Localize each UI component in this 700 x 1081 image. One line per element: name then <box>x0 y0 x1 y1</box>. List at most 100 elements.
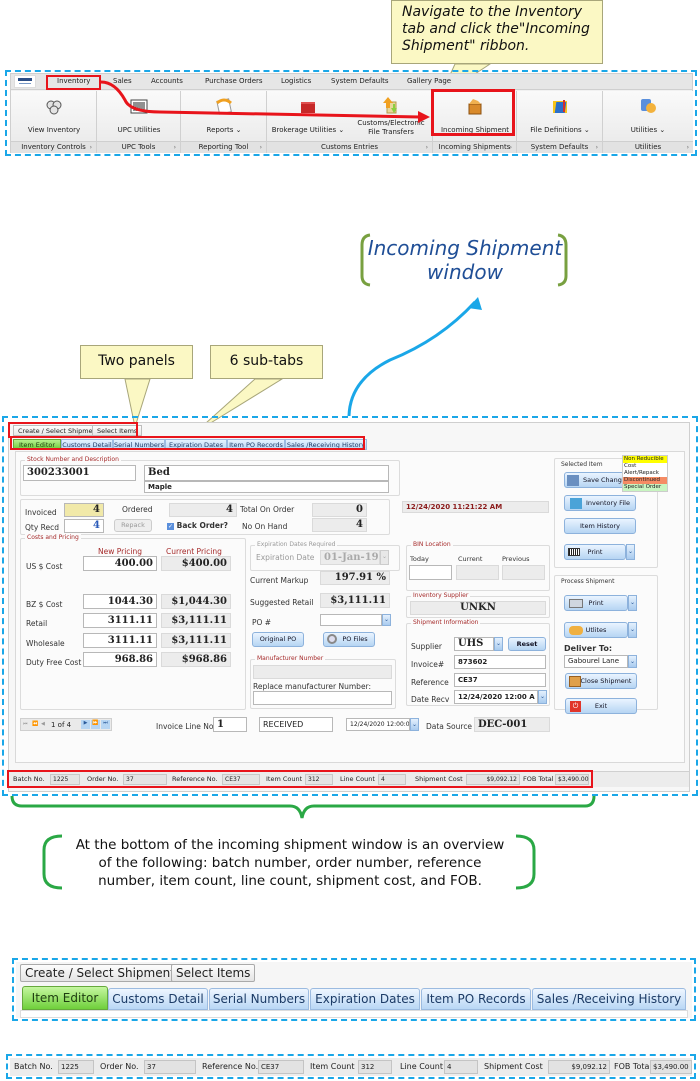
record-position: 1 of 4 <box>51 721 72 729</box>
total-on-order-field: 0 <box>312 503 367 517</box>
first-record-icon[interactable]: ⏮ <box>23 721 28 727</box>
enlarged-tab-content-edge <box>20 1010 688 1018</box>
status-field: RECEIVED <box>259 717 333 732</box>
status-date-field[interactable]: 12/24/2020 12:00:00 <box>346 718 410 731</box>
supplier-label: Supplier <box>411 642 442 651</box>
enlarged-panel-tab-create-select-shipment[interactable]: Create / Select Shipment <box>20 964 180 982</box>
process-utilities-dropdown-arrow[interactable]: ⌄ <box>628 622 637 638</box>
next-record-icon[interactable]: ▶ <box>81 720 90 729</box>
reference-label: Reference <box>411 678 449 687</box>
cost-row-label: Wholesale <box>26 639 65 648</box>
ordered-field: 4 <box>169 503 237 517</box>
enlarged-item-count-value: 312 <box>358 1060 392 1074</box>
exit-button[interactable]: ⏻ Exit <box>565 698 637 714</box>
floppy-icon <box>567 474 579 486</box>
wholesale-new-field[interactable]: 3111.11 <box>83 633 157 648</box>
duty-free-new-field[interactable]: 968.86 <box>83 652 157 667</box>
bz-cost-new-field[interactable]: 1044.30 <box>83 594 157 609</box>
process-print-button[interactable]: Print <box>564 595 628 611</box>
po-dropdown-arrow[interactable]: ⌄ <box>382 614 391 626</box>
reset-button[interactable]: Reset <box>508 637 546 651</box>
enlarged-order-label: Order No. <box>100 1062 139 1071</box>
next-page-icon[interactable]: ⏩ <box>91 720 100 729</box>
cost-row-label: US $ Cost <box>26 562 63 571</box>
qty-recd-field[interactable]: 4 <box>64 519 104 533</box>
overview-note-line3: number, item count, line count, shipment… <box>98 873 482 889</box>
close-shipment-button[interactable]: Close Shipment <box>565 673 637 689</box>
deliver-to-label: Deliver To: <box>564 644 613 653</box>
invoice-line-label: Invoice Line No. <box>156 722 216 731</box>
process-print-dropdown-arrow[interactable]: ⌄ <box>628 595 637 611</box>
retail-current-field: $3,111.11 <box>161 613 231 628</box>
back-order-checkbox[interactable]: ✓ Back Order? <box>167 521 228 530</box>
bin-today-field[interactable] <box>409 565 452 580</box>
enlarged-subtab-item-editor[interactable]: Item Editor <box>22 986 108 1010</box>
bin-previous-field <box>502 565 545 580</box>
cost-row-label: BZ $ Cost <box>26 600 63 609</box>
supplier-select[interactable]: UHS <box>454 637 494 651</box>
status-bar-highlight <box>7 770 593 788</box>
invoiced-label: Invoiced <box>25 508 57 517</box>
box-icon <box>569 676 581 687</box>
record-navigator: ⏮ ⏪ ◀ 1 of 4 ▶ ⏩ ⏭ <box>20 718 112 731</box>
enlarged-subtab-customs-detail[interactable]: Customs Detail <box>108 988 208 1010</box>
po-number-select[interactable] <box>320 614 382 626</box>
enlarged-panel-tab-select-items[interactable]: Select Items <box>171 964 256 982</box>
enlarged-subtab-expiration-dates[interactable]: Expiration Dates <box>310 988 420 1010</box>
manufacturer-group-title: Manufacturer Number <box>255 655 326 662</box>
suggested-retail-field: $3,111.11 <box>320 593 390 608</box>
enlarged-subtab-item-po-records[interactable]: Item PO Records <box>421 988 531 1010</box>
barcode-print-icon <box>568 548 580 556</box>
last-record-icon[interactable]: ⏭ <box>101 720 110 729</box>
enlarged-fob-value: $3,490.00 <box>650 1060 692 1074</box>
stock-number-field[interactable]: 300233001 <box>23 465 136 481</box>
repack-button[interactable]: Repack <box>114 519 152 532</box>
original-po-button[interactable]: Original PO <box>252 632 304 647</box>
date-recv-field[interactable]: 12/24/2020 12:00 A <box>454 690 538 704</box>
retail-new-field[interactable]: 3111.11 <box>83 613 157 628</box>
suggested-retail-label: Suggested Retail <box>250 598 314 607</box>
status-date-dropdown-arrow[interactable]: ⌄ <box>410 718 419 731</box>
timestamp-field: 12/24/2020 11:21:22 AM <box>402 501 549 513</box>
overview-note-line2: of the following: batch number, order nu… <box>98 855 482 871</box>
date-recv-label: Date Recv <box>411 695 450 704</box>
description2-field[interactable]: Maple <box>144 481 389 493</box>
deliver-to-dropdown-arrow[interactable]: ⌄ <box>628 655 637 668</box>
reference-field[interactable]: CE37 <box>454 673 546 687</box>
manufacturer-number-field <box>253 665 392 679</box>
us-cost-new-field[interactable]: 400.00 <box>83 556 157 571</box>
checkbox-checked-icon: ✓ <box>167 523 174 530</box>
supplier-dropdown-arrow[interactable]: ⌄ <box>494 637 503 651</box>
us-cost-current-field: $400.00 <box>161 556 231 571</box>
bin-group-title: BIN Location <box>411 541 453 548</box>
expiration-date-label: Expiration Date <box>256 553 315 562</box>
inventory-file-button[interactable]: Inventory File <box>564 495 636 511</box>
selected-print-dropdown-arrow[interactable]: ⌄ <box>626 544 635 560</box>
enlarged-shipment-cost-value: $9,092.12 <box>548 1060 610 1074</box>
selected-print-button[interactable]: Print <box>564 544 626 560</box>
prev-record-icon[interactable]: ◀ <box>41 721 45 727</box>
cube-icon <box>570 497 582 509</box>
cost-row-label: Duty Free Cost <box>26 658 82 667</box>
data-source-label: Data Source <box>426 722 473 731</box>
replace-manufacturer-field[interactable] <box>253 691 392 705</box>
deliver-to-select[interactable]: Gabourel Lane <box>564 655 628 668</box>
total-on-order-label: Total On Order <box>240 505 295 514</box>
inventory-supplier-field: UNKN <box>410 601 546 615</box>
date-recv-dropdown-arrow[interactable]: ⌄ <box>538 690 547 704</box>
description-field[interactable]: Bed <box>144 465 389 481</box>
selected-item-title: Selected Item <box>559 461 605 468</box>
invoice-field[interactable]: 873602 <box>454 655 546 669</box>
process-utilities-button[interactable]: Utlites <box>564 622 628 638</box>
invoiced-field: 4 <box>64 503 104 517</box>
invoice-line-field[interactable]: 1 <box>213 717 247 732</box>
prev-page-icon[interactable]: ⏪ <box>32 721 38 727</box>
enlarged-line-count-value: 4 <box>444 1060 478 1074</box>
po-files-button[interactable]: PO Files <box>323 632 375 647</box>
enlarged-subtab-sales-receiving-history[interactable]: Sales /Receiving History <box>532 988 686 1010</box>
enlarged-subtab-serial-numbers[interactable]: Serial Numbers <box>209 988 309 1010</box>
enlarged-batch-value: 1225 <box>58 1060 94 1074</box>
item-history-button[interactable]: Item History <box>564 518 636 534</box>
overview-note-line1: At the bottom of the incoming shipment w… <box>75 837 505 853</box>
enlarged-batch-label: Batch No. <box>14 1062 53 1071</box>
